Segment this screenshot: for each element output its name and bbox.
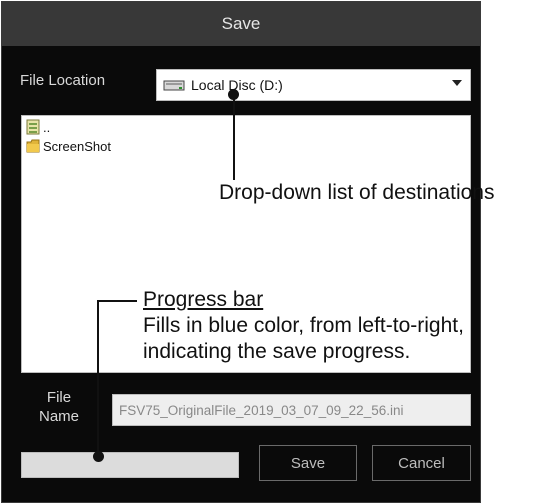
file-location-label: File Location (20, 72, 106, 89)
chevron-down-icon[interactable] (452, 80, 462, 86)
list-item-label: ScreenShot (43, 138, 111, 154)
parent-folder-icon (26, 119, 40, 135)
dialog-title: Save (221, 14, 261, 33)
list-item[interactable]: ScreenShot (26, 138, 111, 154)
progress-callout-title: Progress bar (143, 288, 264, 311)
dropdown-callout-text: Drop-down list of destinations (219, 181, 495, 204)
file-name-field[interactable] (112, 394, 471, 426)
file-location-dropdown[interactable]: Local Disc (D:) (156, 69, 471, 101)
drive-icon (163, 78, 185, 92)
progress-callout-line2: indicating the save progress. (143, 340, 411, 363)
file-name-label-line1: File (46, 389, 72, 406)
dropdown-callout-line (233, 94, 235, 180)
progress-callout-line-horizontal (97, 300, 137, 302)
save-button[interactable]: Save (259, 445, 357, 481)
progress-callout-line1: Fills in blue color, from left-to-right, (143, 314, 464, 337)
list-item[interactable]: .. (26, 119, 50, 135)
file-name-label-line2: Name (38, 408, 79, 425)
folder-icon (26, 138, 40, 154)
progress-bar (21, 452, 239, 478)
save-dialog: Save File Location Local Disc (D:) .. Sc… (1, 1, 481, 503)
cancel-button[interactable]: Cancel (372, 445, 471, 481)
progress-callout-line-vertical (97, 300, 99, 456)
list-item-label: .. (43, 119, 51, 135)
file-name-label: File Name (28, 388, 90, 426)
dialog-title-bar: Save (2, 2, 480, 46)
